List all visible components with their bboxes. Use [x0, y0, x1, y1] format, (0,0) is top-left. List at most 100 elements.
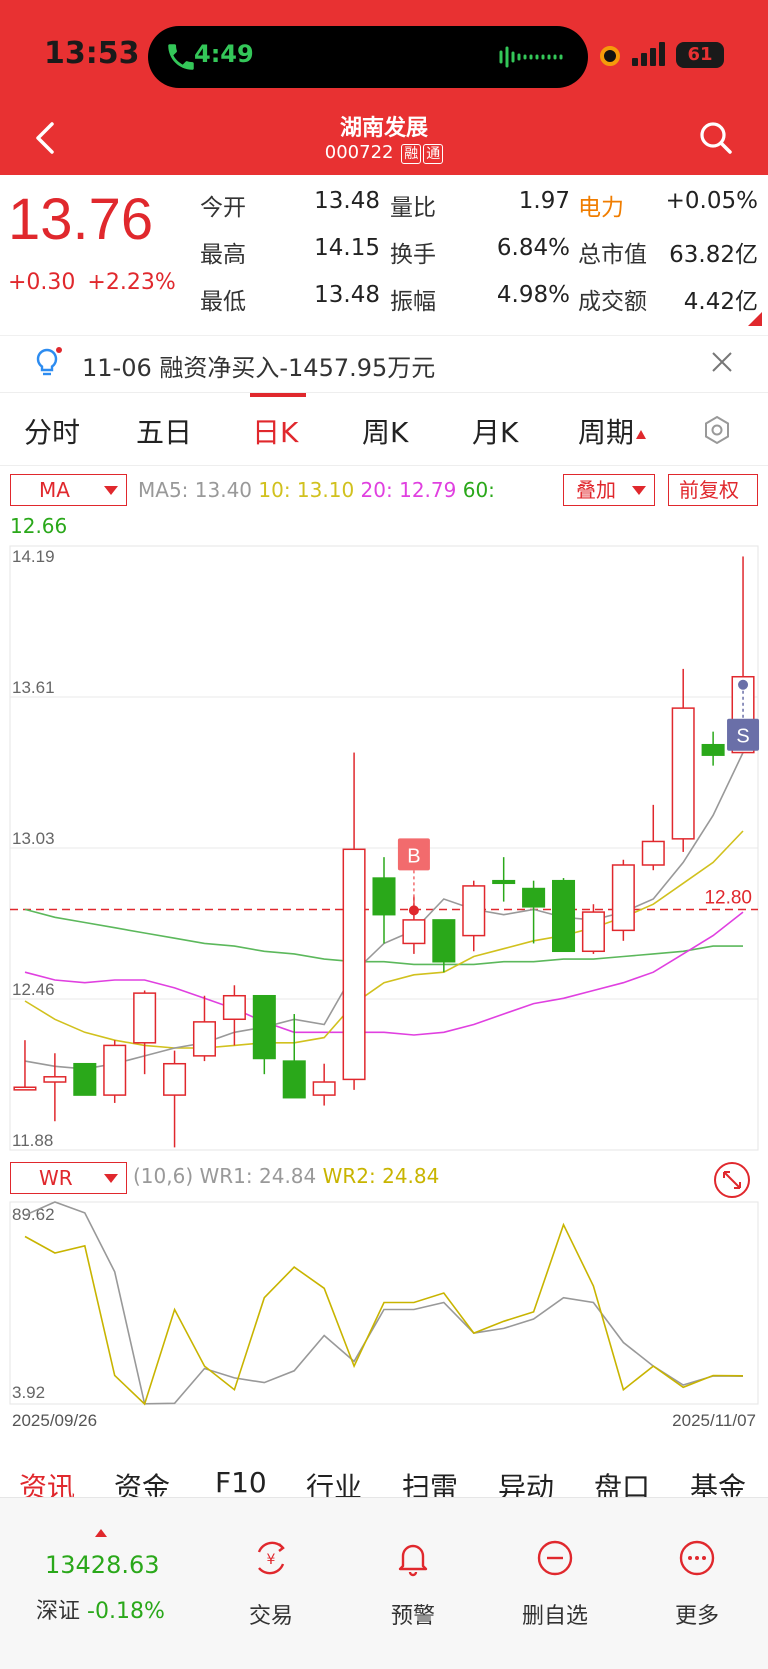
ma20-label: 20: 12.79 [360, 478, 457, 502]
notice-bar[interactable]: 11-06 融资净买入-1457.95万元 [0, 335, 768, 391]
y-tick-label: 11.88 [12, 1131, 53, 1150]
current-price: 13.76 [8, 187, 154, 252]
tab-daily-k[interactable]: 日K [252, 411, 298, 451]
wr-indicator-row: WR (10,6) WR1: 24.84 WR2: 24.84 [0, 1160, 768, 1196]
stock-name: 湖南发展 [339, 116, 428, 141]
candle-body [522, 887, 546, 908]
dropdown-arrow-icon [104, 1174, 118, 1183]
y-tick-label: 12.46 [12, 980, 55, 999]
index-value[interactable]: 13428.63 [45, 1551, 160, 1579]
search-icon[interactable] [698, 118, 734, 158]
quote-label: 最高 [200, 242, 246, 268]
tab-f10[interactable]: F10 [215, 1466, 267, 1499]
tab-period[interactable]: 周期 [578, 411, 647, 451]
settings-icon[interactable] [700, 413, 734, 447]
alert-button[interactable]: 预警 [353, 1538, 473, 1658]
call-duration: 4:49 [194, 40, 254, 68]
dropdown-arrow-icon [632, 486, 646, 495]
candle-body [13, 1086, 37, 1091]
connect-tag: 通 [423, 144, 444, 164]
wr-chart[interactable]: 89.62 3.92 2025/09/26 2025/11/07 [0, 1198, 768, 1438]
candle [462, 880, 486, 952]
sector-label[interactable]: 电力 [578, 188, 624, 222]
trade-label: 交易 [248, 1604, 293, 1629]
sell-marker-label: S [736, 726, 749, 748]
index-label[interactable]: 深证 -0.18% [36, 1593, 165, 1625]
quote-value: 13.48 [314, 282, 380, 308]
ma-values: MA5: 13.40 10: 13.10 20: 12.79 60: [138, 478, 495, 502]
quote-value: 1.97 [518, 188, 570, 214]
candle [342, 752, 366, 1090]
remove-watchlist-button[interactable]: 删自选 [495, 1538, 615, 1658]
sell-marker-dot [738, 679, 749, 690]
quote-value: 63.82亿 [669, 242, 758, 268]
candle-body [222, 994, 246, 1021]
stock-code: 000722 [324, 142, 394, 163]
overlay-label: 叠加 [576, 478, 616, 502]
wr-values: (10,6) WR1: 24.84 WR2: 24.84 [133, 1164, 439, 1188]
buy-marker-label: B [407, 845, 420, 867]
caret-up-icon [636, 429, 647, 439]
status-time: 13:53 [44, 36, 140, 71]
svg-text:¥: ¥ [267, 1552, 276, 1568]
tab-intraday[interactable]: 分时 [24, 411, 80, 451]
candle [492, 857, 516, 902]
more-label: 更多 [674, 1604, 719, 1629]
wr-selector[interactable]: WR [10, 1162, 127, 1194]
wr-y-tick-label: 3.92 [12, 1383, 45, 1402]
y-tick-label: 14.19 [12, 547, 55, 566]
fullscreen-icon[interactable] [712, 1160, 752, 1200]
candle [372, 857, 396, 944]
close-icon[interactable] [710, 350, 734, 374]
candle-body [611, 864, 635, 932]
candle-body [192, 1021, 217, 1057]
x-end-label: 2025/11/07 [672, 1411, 756, 1430]
candle [103, 1040, 127, 1103]
quote-value: 4.98% [496, 282, 570, 308]
candle-body [43, 1076, 67, 1083]
ma10-label: 10: 13.10 [258, 478, 355, 502]
more-button[interactable]: 更多 [637, 1538, 757, 1658]
adjust-selector[interactable]: 前复权 [668, 474, 758, 506]
candle [701, 731, 725, 766]
candle [163, 1050, 187, 1148]
quote-label: 今开 [200, 195, 246, 221]
ma60-label: 60: [462, 478, 495, 502]
candle [133, 990, 157, 1075]
tab-monthly-k[interactable]: 月K [472, 411, 518, 451]
app-header: 13:53 4:49 61 湖南发展 000722 融通 [0, 0, 768, 175]
minus-circle-icon [537, 1540, 573, 1576]
dynamic-island[interactable]: 4:49 [148, 26, 588, 88]
tab-five-day[interactable]: 五日 [136, 411, 192, 451]
x-start-label: 2025/09/26 [12, 1411, 97, 1430]
bottom-toolbar: 13428.63 深证 -0.18% ¥ 交易 预警 删自选 更多 [0, 1497, 768, 1669]
trade-button[interactable]: ¥ 交易 [211, 1538, 331, 1658]
phone-icon [168, 44, 194, 70]
candle-body [282, 1060, 306, 1099]
change-value: +0.30 [8, 270, 76, 295]
kline-chart[interactable]: 14.19 13.61 13.03 12.46 11.88 12.80 B S [0, 540, 768, 1160]
expand-quote-corner[interactable] [748, 312, 762, 326]
candle-body [462, 885, 486, 937]
tab-weekly-k[interactable]: 周K [362, 411, 408, 451]
candle-body [103, 1044, 127, 1096]
candle-body [312, 1081, 336, 1096]
change-percent: +2.23% [87, 270, 176, 295]
y-tick-label: 13.61 [12, 678, 55, 697]
candle-body [402, 919, 426, 945]
ma-selector[interactable]: MA [10, 474, 127, 506]
ma5-label: MA5: 13.40 [138, 478, 253, 502]
overlay-selector[interactable]: 叠加 [563, 474, 655, 506]
price-change: +0.30 +2.23% [8, 270, 188, 295]
candle-body [671, 707, 695, 840]
quote-value: 4.42亿 [683, 289, 758, 315]
more-icon [679, 1540, 715, 1576]
candle [43, 1053, 67, 1122]
tab-period-label: 周期 [578, 416, 635, 449]
wr2-label: WR2: 24.84 [322, 1164, 440, 1188]
active-tab-caret [95, 1529, 107, 1537]
candle [13, 1040, 37, 1091]
quote-row: 最高 14.15 换手 6.84% 总市值 63.82亿 [200, 235, 760, 282]
candle-body [252, 994, 276, 1060]
candle-body [581, 911, 605, 953]
